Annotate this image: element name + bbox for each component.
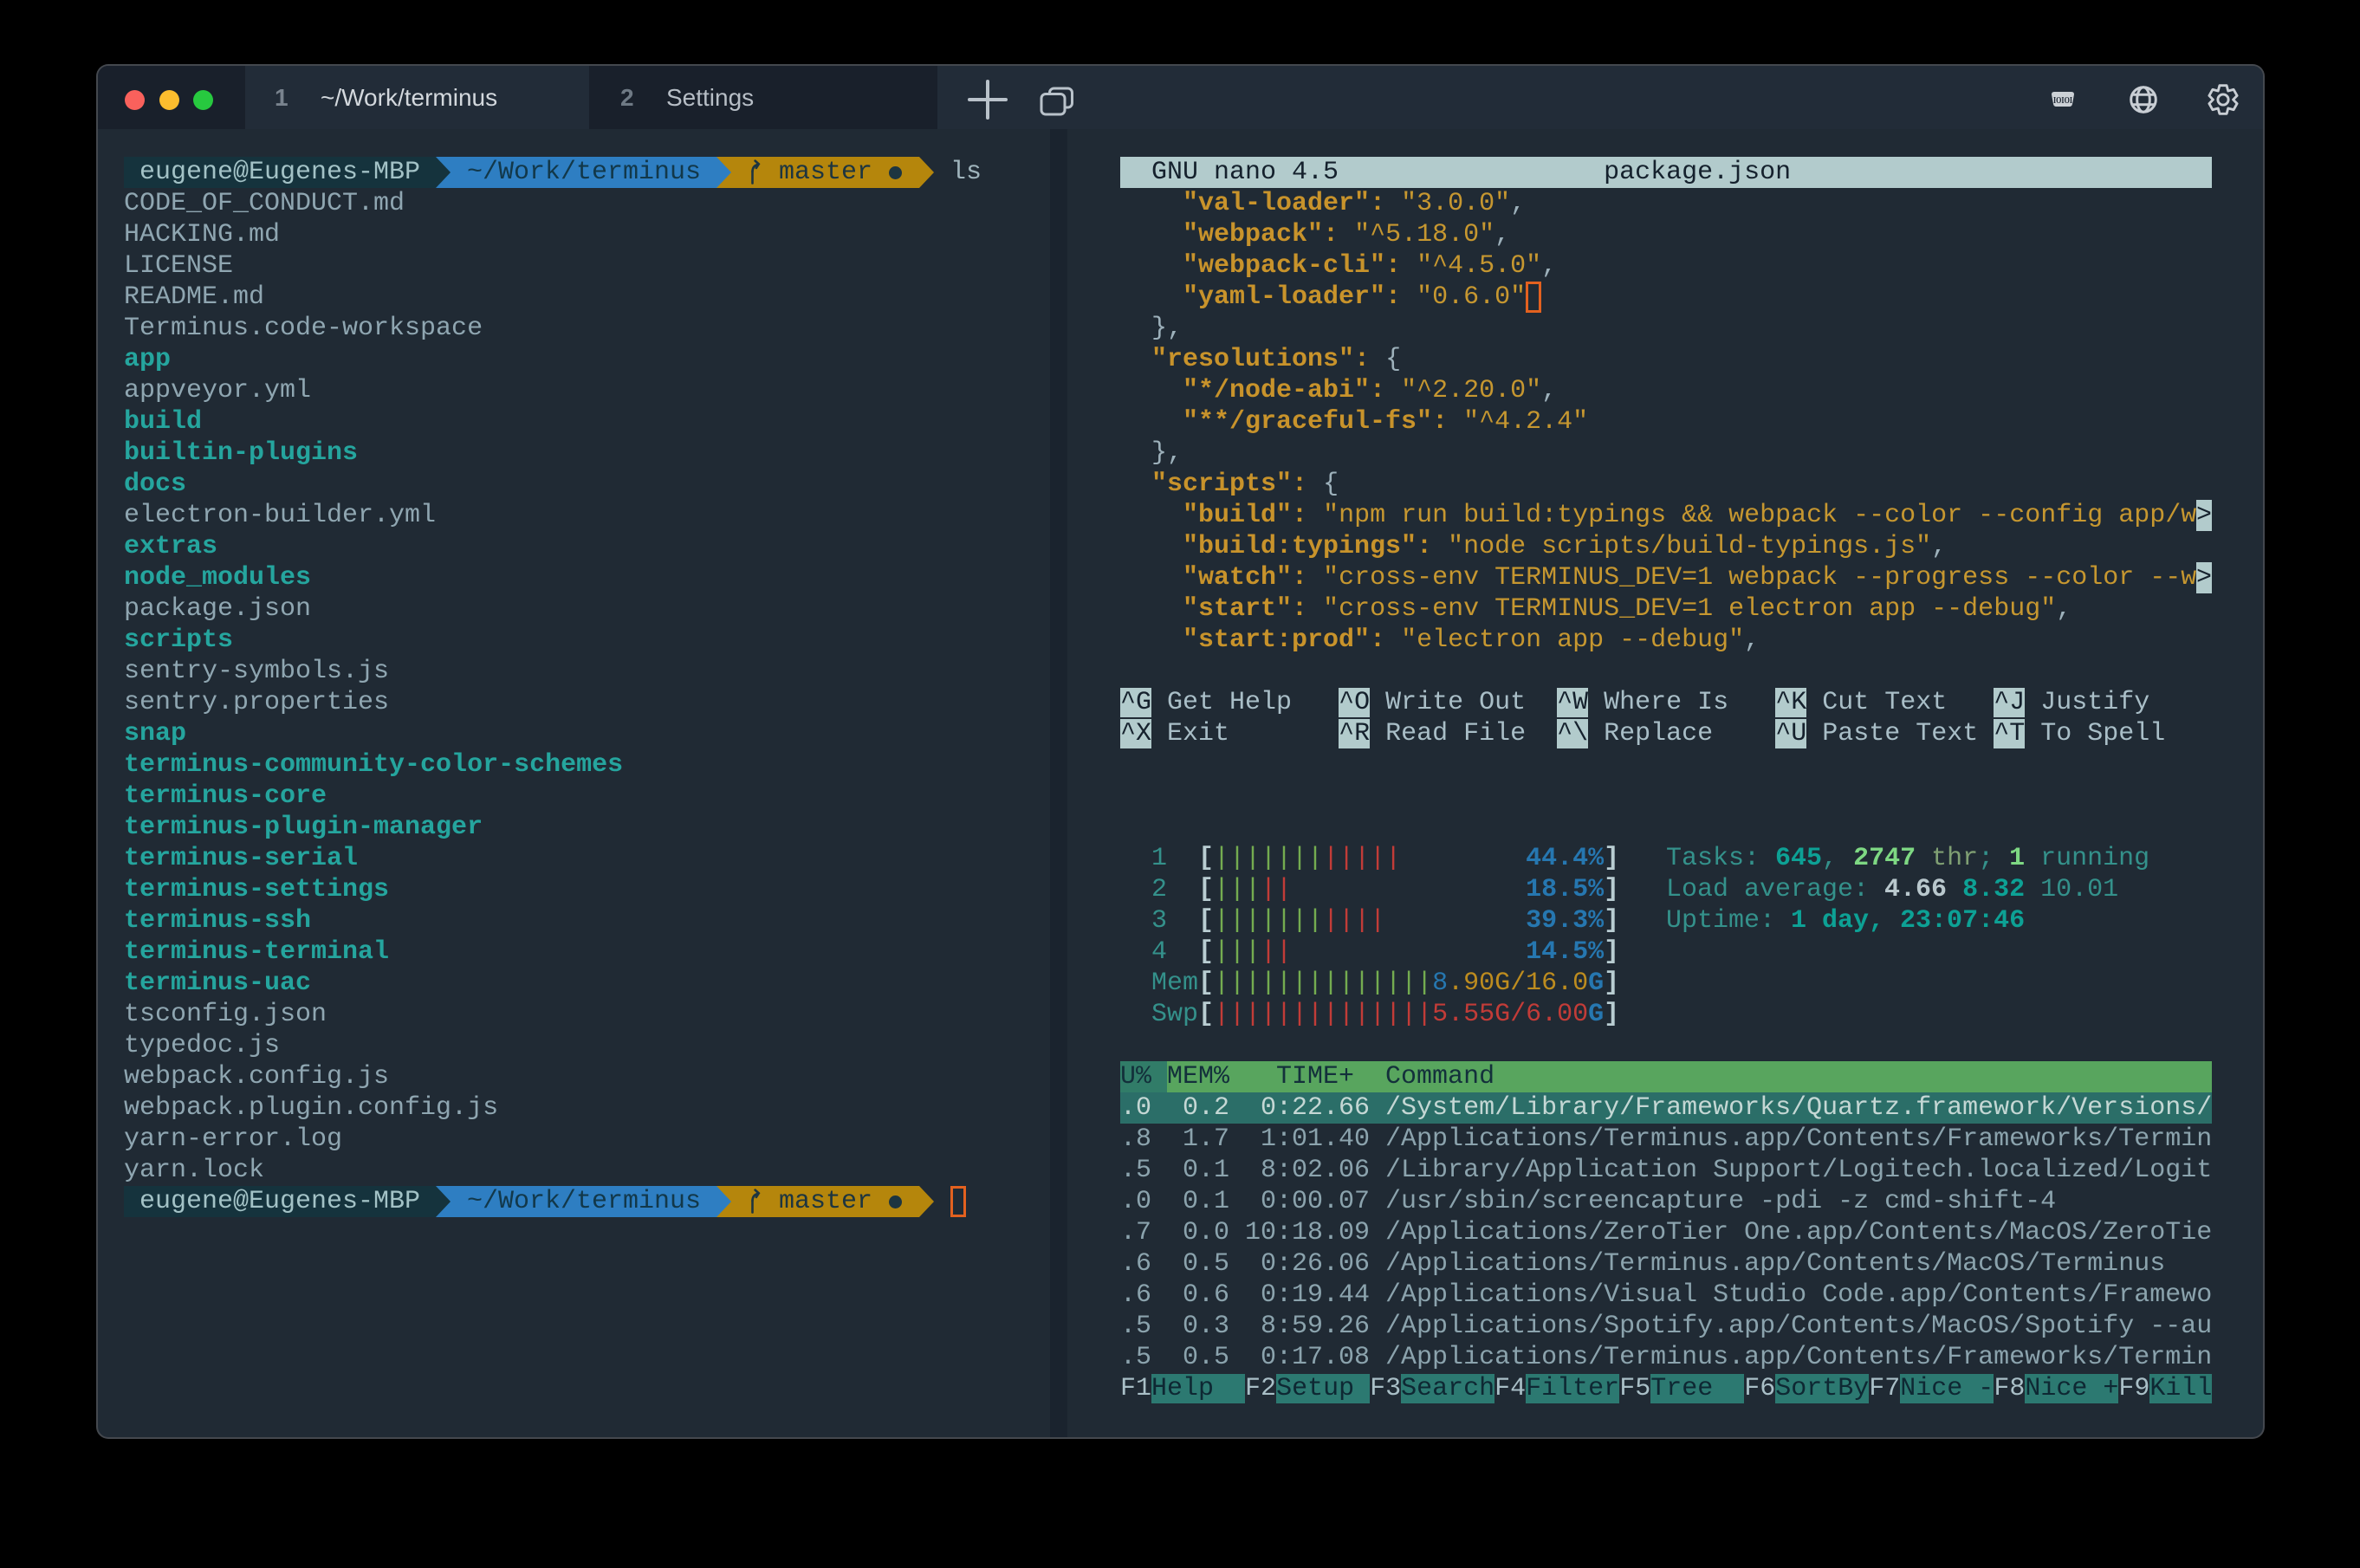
svg-text:IOIOI: IOIOI xyxy=(2053,95,2072,106)
